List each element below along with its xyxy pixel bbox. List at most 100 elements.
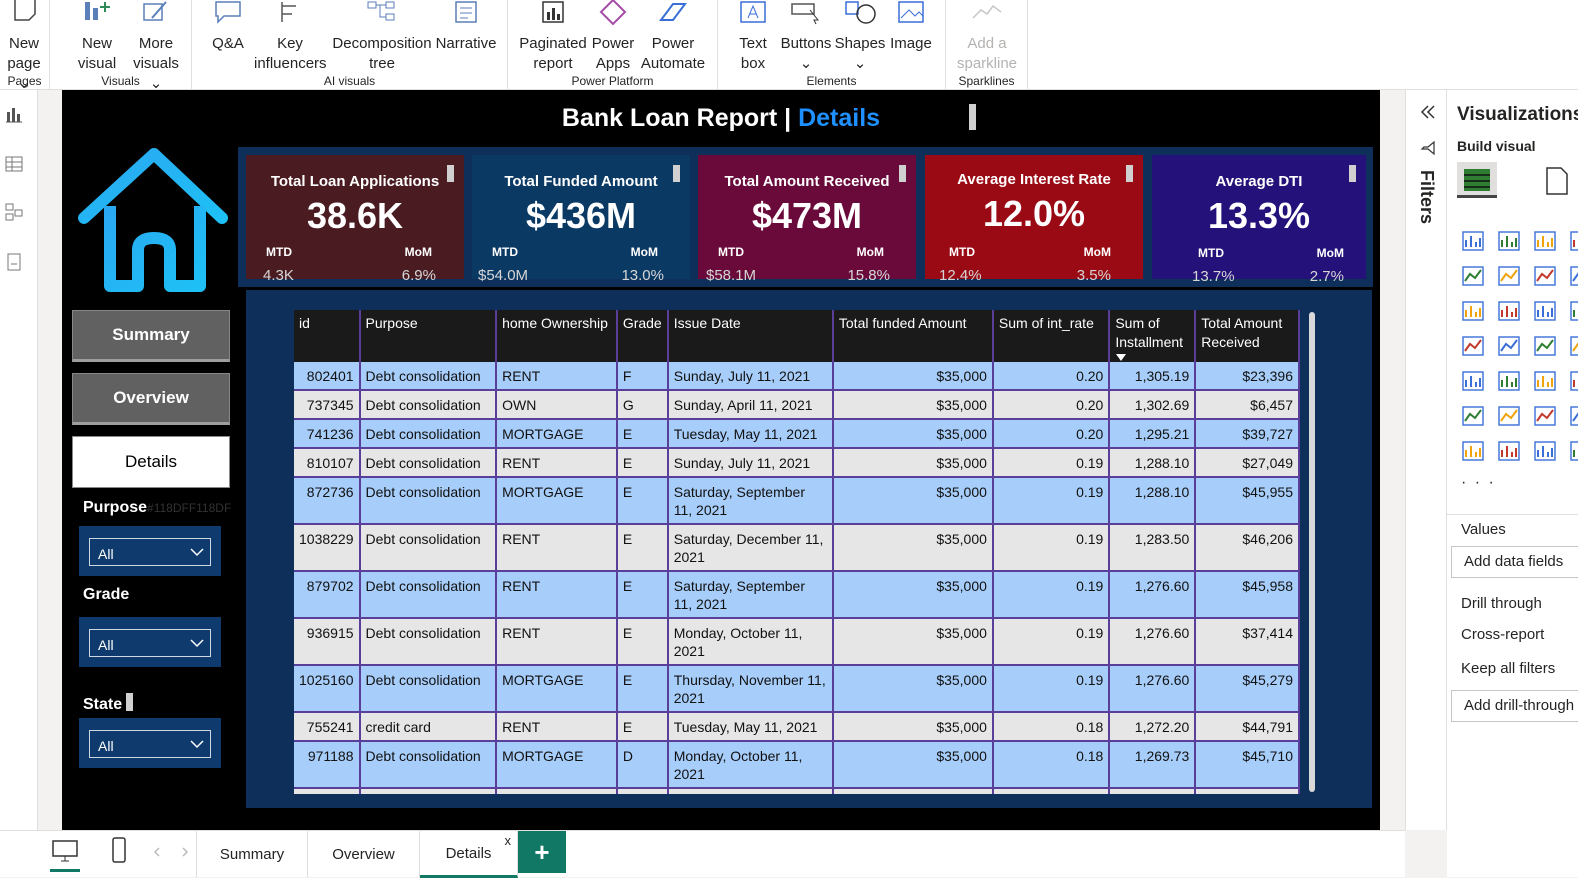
scroll-right-icon[interactable]	[180, 847, 190, 857]
paginated-report-button[interactable]: Paginated report	[518, 0, 588, 74]
decomposition-tree-button[interactable]: Decomposition tree	[330, 0, 434, 74]
table-cell: Debt consolidation	[359, 665, 498, 713]
table-icon[interactable]	[1569, 370, 1578, 392]
kpi-average-interest-rate[interactable]: Average Interest Rate 12.0% MTD MoM 12.4…	[925, 155, 1143, 284]
tab-details[interactable]: Details x	[420, 831, 518, 878]
qa-button[interactable]: Q&A	[206, 0, 250, 54]
ribbon-chart-icon[interactable]	[1569, 265, 1578, 287]
build-visual-tab[interactable]	[1457, 162, 1497, 198]
scroll-left-icon[interactable]	[152, 847, 162, 857]
area-chart-icon[interactable]	[1497, 265, 1521, 287]
qa-visual-icon[interactable]	[1569, 440, 1578, 462]
smart-narrative-icon[interactable]	[1497, 405, 1521, 427]
table-row[interactable]: 879702 Debt consolidation RENT E Saturday, S…	[294, 571, 1300, 619]
column-header-grade[interactable]: Grade	[616, 310, 669, 362]
table-view-icon[interactable]	[4, 154, 24, 174]
kpi-average-dti[interactable]: Average DTI 13.3% MTD MoM 13.7% 2.7%	[1152, 155, 1366, 285]
table-row[interactable]: 810107 Debt consolidation RENT E Sunday, Jul…	[294, 448, 1300, 478]
format-visual-icon[interactable]	[1543, 166, 1571, 196]
power-automate-visual-icon[interactable]	[1533, 440, 1557, 462]
key-influencers-icon[interactable]	[1569, 405, 1578, 427]
clustered-column-chart-icon[interactable]	[1569, 230, 1578, 252]
table-cell: 1,276.60	[1109, 618, 1197, 666]
power-automate-button[interactable]: Power Automate	[638, 0, 708, 74]
table-scrollbar[interactable]	[1309, 312, 1315, 792]
filters-label[interactable]: Filters	[1416, 170, 1437, 224]
decomposition-tree-icon[interactable]	[1533, 405, 1557, 427]
grade-dropdown[interactable]: All	[89, 629, 211, 657]
funnel-chart-icon[interactable]	[1533, 300, 1557, 322]
cross-report-toggle-label[interactable]: Cross-report	[1461, 626, 1544, 643]
table-row[interactable]: 936915 Debt consolidation RENT E Monday, Oct…	[294, 618, 1300, 666]
table-row[interactable]: 741236 Debt consolidation MORTGAGE E Tuesday…	[294, 419, 1300, 449]
line-chart-icon[interactable]	[1461, 265, 1485, 287]
card-icon[interactable]	[1461, 370, 1485, 392]
line-and-column-chart-icon[interactable]	[1461, 300, 1485, 322]
slicer-icon[interactable]	[1533, 370, 1557, 392]
waterfall-chart-icon[interactable]	[1497, 300, 1521, 322]
state-dropdown[interactable]: All	[89, 730, 211, 758]
scatter-chart-icon[interactable]	[1569, 300, 1578, 322]
tab-summary[interactable]: Summary	[196, 831, 308, 878]
stacked-column-chart-icon[interactable]	[1497, 230, 1521, 252]
power-apps-visual-icon[interactable]	[1497, 440, 1521, 462]
kpi-icon[interactable]	[1497, 370, 1521, 392]
new-visual-button[interactable]: New visual	[72, 0, 122, 74]
tab-overview[interactable]: Overview	[308, 831, 420, 878]
add-sparkline-button[interactable]: Add a sparkline	[954, 0, 1020, 74]
kpi-total-amount-received[interactable]: Total Amount Received $473M MTD MoM $58.…	[698, 155, 916, 284]
purpose-dropdown[interactable]: All	[89, 538, 211, 566]
table-row[interactable]: 802401 Debt consolidation RENT F Sunday, Jul…	[294, 362, 1300, 391]
power-apps-button[interactable]: Power Apps	[590, 0, 636, 74]
shapes-button[interactable]: Shapes ⌄	[834, 0, 886, 74]
table-row[interactable]: 872736 Debt consolidation MORTGAGE E Saturda…	[294, 477, 1300, 525]
desktop-layout-icon[interactable]	[52, 839, 78, 863]
column-header-home-ownership[interactable]: home Ownership	[496, 310, 618, 362]
column-header-total-funded-amount[interactable]: Total funded Amount	[832, 310, 994, 362]
filled-map-icon[interactable]	[1533, 335, 1557, 357]
mobile-layout-icon[interactable]	[110, 837, 128, 863]
add-data-fields-well[interactable]: Add data fields	[1451, 546, 1578, 578]
text-box-button[interactable]: Text box	[730, 0, 776, 74]
more-visuals-ellipsis[interactable]: · · ·	[1461, 474, 1496, 492]
column-header-issue-date[interactable]: Issue Date	[667, 310, 834, 362]
table-row[interactable]: 1025160 Debt consolidation MORTGAGE E Thursd…	[294, 665, 1300, 713]
table-row[interactable]: 1038229 Debt consolidation RENT E Saturday, …	[294, 524, 1300, 572]
paginated-visual-icon[interactable]	[1461, 440, 1485, 462]
treemap-icon[interactable]	[1461, 335, 1485, 357]
nav-summary-button[interactable]: Summary	[72, 310, 230, 362]
add-page-button[interactable]: +	[518, 831, 566, 873]
table-cell: RENT	[496, 712, 618, 742]
column-header-total-amount-received[interactable]: Total Amount Received	[1195, 310, 1300, 362]
key-influencers-button[interactable]: Key influencers	[254, 0, 327, 74]
card-selection-handle	[899, 165, 906, 182]
table-row[interactable]: 737345 Debt consolidation OWN G Sunday, Apri…	[294, 390, 1300, 420]
narrative-button[interactable]: Narrative	[434, 0, 498, 54]
nav-overview-button[interactable]: Overview	[72, 373, 230, 425]
close-tab-icon[interactable]: x	[505, 833, 512, 848]
stacked-bar-chart-icon[interactable]	[1461, 230, 1485, 252]
clustered-bar-chart-icon[interactable]	[1533, 230, 1557, 252]
table-row[interactable]: 988119Debt consolidationMORTGAGEDThursda…	[294, 788, 1300, 794]
column-header-int-rate[interactable]: Sum of int_rate	[992, 310, 1111, 362]
table-row[interactable]: 971188 Debt consolidation MORTGAGE D Monday,…	[294, 741, 1300, 789]
python-visual-icon[interactable]	[1461, 405, 1485, 427]
column-header-installment[interactable]: Sum of Installment	[1109, 310, 1197, 362]
model-view-icon[interactable]	[4, 202, 24, 222]
buttons-button[interactable]: Buttons ⌄	[778, 0, 834, 74]
add-drill-through-well[interactable]: Add drill-through	[1451, 690, 1578, 722]
collapse-pane-icon[interactable]	[1420, 104, 1436, 120]
kpi-total-funded-amount[interactable]: Total Funded Amount $436M MTD MoM $54.0M…	[472, 155, 690, 284]
column-header-id[interactable]: id	[294, 310, 361, 362]
shape-map-icon[interactable]	[1569, 335, 1578, 357]
dax-query-icon[interactable]	[4, 252, 24, 272]
keep-all-filters-toggle-label[interactable]: Keep all filters	[1461, 660, 1555, 677]
report-view-icon[interactable]	[4, 104, 24, 124]
column-header-purpose[interactable]: Purpose	[359, 310, 498, 362]
map-icon[interactable]	[1497, 335, 1521, 357]
table-row[interactable]: 755241 credit card RENT E Tuesday, May 11, 2…	[294, 712, 1300, 742]
image-button[interactable]: Image	[886, 0, 936, 54]
kpi-total-loan-applications[interactable]: Total Loan Applications 38.6K MTD MoM 4.…	[246, 155, 464, 284]
stacked-area-chart-icon[interactable]	[1533, 265, 1557, 287]
nav-details-button[interactable]: Details	[72, 436, 230, 488]
